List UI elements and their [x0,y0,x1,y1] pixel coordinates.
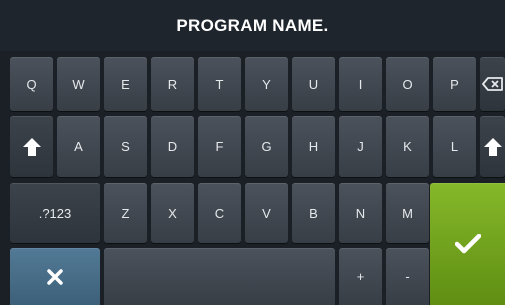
shift-key-right[interactable] [480,116,505,177]
key-y[interactable]: Y [245,57,288,111]
key-minus[interactable]: - [386,248,429,305]
key-w[interactable]: W [57,57,100,111]
key-label: V [262,205,271,221]
key-m[interactable]: M [386,183,429,243]
key-label: T [215,76,224,92]
key-label: S [121,139,130,154]
key-u[interactable]: U [292,57,335,111]
key-j[interactable]: J [339,116,382,177]
key-label: D [167,139,178,154]
key-label: + [356,269,365,284]
key-label: R [167,76,178,92]
key-g[interactable]: G [245,116,288,177]
key-t[interactable]: T [198,57,241,111]
backspace-icon [482,77,504,91]
shift-arrow-icon [22,137,42,157]
key-a[interactable]: A [57,116,100,177]
key-label: - [405,269,410,284]
key-label: K [403,139,412,154]
key-label: .?123 [38,205,72,221]
key-label: C [214,205,225,221]
key-label: U [308,76,319,92]
key-label: F [215,139,224,154]
key-c[interactable]: C [198,183,241,243]
key-label: L [450,139,459,154]
key-label: G [261,139,272,154]
close-button[interactable] [10,248,100,305]
key-label: W [72,76,85,92]
key-label: Z [121,205,130,221]
key-q[interactable]: Q [10,57,53,111]
key-label: A [74,139,83,154]
key-b[interactable]: B [292,183,335,243]
key-f[interactable]: F [198,116,241,177]
key-label: P [450,76,459,92]
key-label: E [121,76,130,92]
title-bar: PROGRAM NAME. [0,0,505,51]
key-s[interactable]: S [104,116,147,177]
key-plus[interactable]: + [339,248,382,305]
key-z[interactable]: Z [104,183,147,243]
checkmark-icon [454,234,481,254]
key-k[interactable]: K [386,116,429,177]
onscreen-keyboard: Q W E R T Y U I O P A S D F G H J K L .?… [0,51,505,305]
key-l[interactable]: L [433,116,476,177]
key-p[interactable]: P [433,57,476,111]
key-v[interactable]: V [245,183,288,243]
key-label: H [308,139,319,154]
confirm-button[interactable] [430,183,505,305]
key-label: N [355,205,366,221]
key-label: B [309,205,318,221]
key-n[interactable]: N [339,183,382,243]
symbols-key[interactable]: .?123 [10,183,100,243]
key-e[interactable]: E [104,57,147,111]
key-label: Q [26,76,37,92]
key-d[interactable]: D [151,116,194,177]
backspace-key[interactable] [480,57,505,111]
page-title: PROGRAM NAME. [176,15,329,35]
space-key[interactable] [104,248,335,305]
key-i[interactable]: I [339,57,382,111]
key-label: J [357,139,364,154]
key-label: I [358,76,363,92]
shift-key-left[interactable] [10,116,53,177]
key-r[interactable]: R [151,57,194,111]
shift-arrow-icon [483,137,503,157]
key-label: X [168,205,177,221]
key-label: O [402,76,413,92]
close-x-icon [47,268,63,285]
key-label: Y [262,76,271,92]
key-o[interactable]: O [386,57,429,111]
key-x[interactable]: X [151,183,194,243]
key-h[interactable]: H [292,116,335,177]
key-label: M [402,205,413,221]
